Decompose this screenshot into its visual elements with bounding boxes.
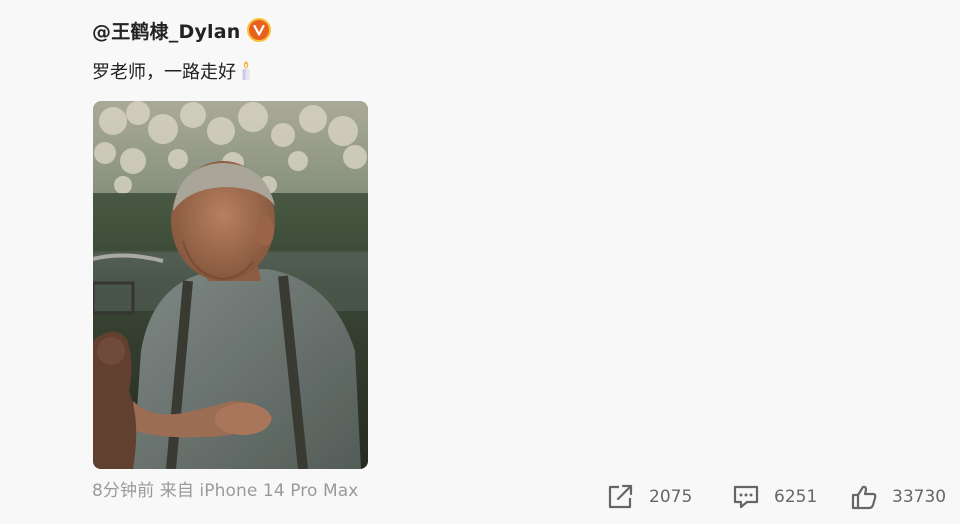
thumbs-up-icon (851, 485, 877, 510)
repost-button[interactable]: 2075 (607, 483, 692, 511)
author-row: @王鹤棣_Dylan (92, 14, 271, 46)
post-content: 罗老师，一路走好 (92, 58, 254, 84)
comment-icon (733, 485, 759, 509)
verified-icon (246, 18, 271, 42)
comment-button[interactable]: 6251 (732, 483, 817, 511)
post-text: 罗老师，一路走好 (92, 62, 236, 83)
candle-emoji-icon (238, 61, 254, 81)
repost-count: 2075 (649, 487, 693, 507)
post-meta: 8分钟前 来自 iPhone 14 Pro Max (92, 481, 359, 501)
like-count: 33730 (892, 487, 947, 507)
post-photo[interactable] (93, 101, 368, 469)
author-name[interactable]: @王鹤棣_Dylan (92, 17, 241, 44)
share-icon (608, 484, 633, 509)
like-button[interactable]: 33730 (850, 483, 946, 511)
weibo-post: @王鹤棣_Dylan 罗老师，一路走好 8分钟前 来自 iPhone 14 Pr… (0, 0, 960, 524)
comment-count: 6251 (774, 487, 818, 507)
